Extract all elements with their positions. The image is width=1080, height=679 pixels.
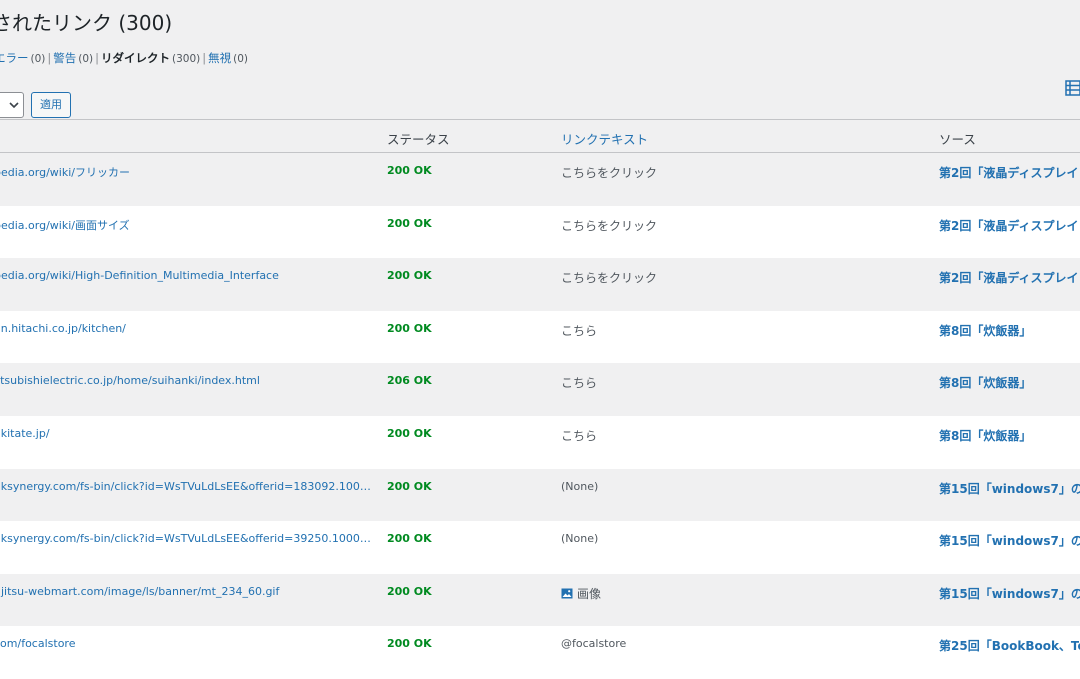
status-badge: 200 OK — [387, 164, 432, 177]
filter-warnings-label: 警告 — [53, 51, 77, 65]
table-row: iitsubishielectric.co.jp/home/suihanki/i… — [0, 363, 1080, 416]
link-text: こちら — [561, 323, 598, 338]
status-badge: 200 OK — [387, 216, 432, 230]
table-row: pedia.org/wiki/High-Definition_Multimedi… — [0, 258, 1080, 311]
table-row: akitate.jp/ 200 OK こちら 第8回「炊飯器」 — [0, 415, 1080, 469]
separator: | — [47, 51, 52, 65]
image-icon — [561, 588, 573, 599]
source-link[interactable]: 第2回「液晶ディスプレイ — [939, 164, 1080, 181]
column-source: ソース — [939, 132, 976, 147]
status-badge: 200 OK — [387, 426, 432, 440]
table-row: ujitsu-webmart.com/image/ls/banner/mt_23… — [0, 574, 1080, 627]
bulk-action-select[interactable] — [0, 92, 24, 118]
link-text: こちら — [561, 428, 598, 443]
page-title: されたリンク (300) — [0, 11, 173, 35]
link-url[interactable]: iitsubishielectric.co.jp/home/suihanki/i… — [0, 374, 372, 387]
status-badge: 200 OK — [387, 637, 432, 651]
table-row: com/focalstore 200 OK @focalstore 第25回「B… — [0, 626, 1080, 679]
separator: | — [202, 51, 207, 65]
filter-warnings-count: (0) — [78, 53, 94, 65]
source-link[interactable]: 第8回「炊飯器」 — [939, 427, 1080, 444]
status-badge: 200 OK — [387, 321, 432, 335]
source-link[interactable]: 第8回「炊飯器」 — [939, 374, 1080, 391]
table-row: pedia.org/wiki/フリッカー 200 OK こちらをクリック 第2回… — [0, 153, 1080, 206]
column-status: ステータス — [387, 132, 450, 147]
column-link-text[interactable]: リンクテキスト — [561, 129, 648, 148]
link-text: こちらをクリック — [561, 218, 658, 233]
filter-redirects[interactable]: リダイレクト (300) — [101, 51, 200, 65]
link-text: (None) — [561, 479, 599, 493]
apply-button[interactable]: 適用 — [31, 92, 71, 118]
links-table: ステータス リンクテキスト ソース pedia.org/wiki/フリッカー 2… — [0, 119, 1080, 679]
status-badge: 200 OK — [387, 532, 432, 546]
link-url[interactable]: akitate.jp/ — [0, 427, 372, 440]
link-url[interactable]: ujitsu-webmart.com/image/ls/banner/mt_23… — [0, 585, 372, 598]
filter-redirects-count: (300) — [172, 53, 201, 65]
source-link[interactable]: 第2回「液晶ディスプレイ — [939, 269, 1080, 286]
table-header: ステータス リンクテキスト ソース — [0, 119, 1080, 153]
link-url[interactable]: pedia.org/wiki/High-Definition_Multimedi… — [0, 269, 372, 282]
link-text: (None) — [561, 532, 599, 546]
table-row: an.hitachi.co.jp/kitchen/ 200 OK こちら 第8回… — [0, 310, 1080, 364]
status-filter-links: エラー(0)|警告(0)|リダイレクト(300)|無視(0) — [0, 50, 248, 66]
link-url[interactable]: aksynergy.com/fs-bin/click?id=WsTVuLdLsE… — [0, 480, 372, 493]
link-text: こちらをクリック — [561, 271, 658, 286]
filter-redirects-label: リダイレクト — [101, 51, 170, 65]
source-link[interactable]: 第15回「windows7」の話 — [939, 480, 1080, 497]
table-row: aksynergy.com/fs-bin/click?id=WsTVuLdLsE… — [0, 469, 1080, 522]
source-link[interactable]: 第15回「windows7」の話 — [939, 585, 1080, 602]
table-row: pedia.org/wiki/画面サイズ 200 OK こちらをクリック 第2回… — [0, 205, 1080, 259]
link-text: こちらをクリック — [561, 166, 658, 180]
link-text: @focalstore — [561, 637, 627, 651]
link-url[interactable]: an.hitachi.co.jp/kitchen/ — [0, 322, 372, 335]
filter-errors-label: エラー — [0, 51, 29, 65]
link-text-image: 画像 — [561, 585, 601, 602]
filter-warnings[interactable]: 警告 (0) — [53, 51, 93, 65]
filter-ignored-label: 無視 — [208, 51, 232, 65]
filter-ignored-count: (0) — [233, 53, 248, 65]
link-url[interactable]: pedia.org/wiki/画面サイズ — [0, 217, 372, 233]
chevron-down-icon — [9, 102, 19, 109]
status-badge: 200 OK — [387, 584, 432, 598]
separator: | — [95, 51, 99, 65]
source-link[interactable]: 第15回「windows7」の話 — [939, 532, 1080, 549]
filter-ignored[interactable]: 無視 (0) — [208, 51, 248, 65]
status-badge: 206 OK — [387, 374, 432, 388]
source-link[interactable]: 第8回「炊飯器」 — [939, 322, 1080, 339]
source-link[interactable]: 第25回「BookBook、Tot — [939, 637, 1080, 654]
link-url[interactable]: aksynergy.com/fs-bin/click?id=WsTVuLdLsE… — [0, 532, 372, 545]
filter-errors[interactable]: エラー(0) — [0, 51, 45, 65]
status-badge: 200 OK — [387, 269, 432, 283]
link-text: こちら — [561, 376, 598, 391]
link-url[interactable]: com/focalstore — [0, 637, 372, 650]
table-row: aksynergy.com/fs-bin/click?id=WsTVuLdLsE… — [0, 521, 1080, 574]
link-url[interactable]: pedia.org/wiki/フリッカー — [0, 164, 372, 180]
link-text: 画像 — [577, 586, 602, 601]
columns-list-icon[interactable] — [1065, 80, 1080, 96]
filter-errors-count: (0) — [30, 53, 46, 65]
status-badge: 200 OK — [387, 479, 432, 493]
source-link[interactable]: 第2回「液晶ディスプレイ — [939, 217, 1080, 234]
